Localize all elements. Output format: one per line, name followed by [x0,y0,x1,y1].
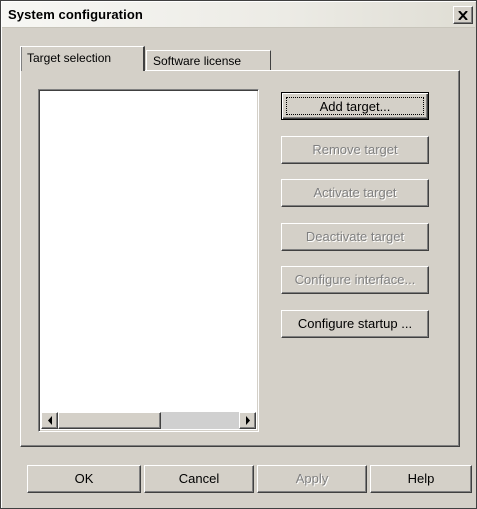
scroll-track[interactable] [161,412,239,429]
add-target-button[interactable]: Add target... [281,92,429,120]
configure-startup-button[interactable]: Configure startup ... [281,310,429,338]
apply-label: Apply [295,471,329,486]
tab-target-selection[interactable]: Target selection [20,46,145,71]
remove-target-button[interactable]: Remove target [281,136,429,164]
add-target-label: Add target... [319,99,391,114]
title-bar[interactable]: System configuration [2,2,475,28]
scroll-right-button[interactable] [239,412,256,429]
configure-interface-label: Configure interface... [294,272,416,287]
cancel-label: Cancel [178,471,220,486]
focus-rectangle: Add target... [286,97,424,115]
help-label: Help [407,471,435,486]
activate-target-label: Activate target [313,185,397,200]
configure-interface-button[interactable]: Configure interface... [281,266,429,294]
system-configuration-dialog: System configuration Target selection So… [0,0,477,509]
tab-target-selection-label: Target selection [27,51,112,65]
help-button[interactable]: Help [370,465,472,493]
ok-label: OK [74,471,94,486]
activate-target-button[interactable]: Activate target [281,179,429,207]
horizontal-scrollbar[interactable] [41,412,256,429]
tab-software-license[interactable]: Software license [146,50,271,72]
ok-button[interactable]: OK [27,465,141,493]
tab-software-license-label: Software license [153,54,242,68]
scroll-left-button[interactable] [41,412,58,429]
window-title: System configuration [8,7,143,22]
configure-startup-label: Configure startup ... [297,316,413,331]
close-icon [458,10,468,20]
apply-button[interactable]: Apply [257,465,367,493]
target-list[interactable] [38,89,259,432]
arrow-left-icon [47,416,52,425]
deactivate-target-label: Deactivate target [305,229,405,244]
close-button[interactable] [453,6,473,24]
remove-target-label: Remove target [312,142,398,157]
cancel-button[interactable]: Cancel [144,465,254,493]
scroll-thumb[interactable] [58,412,161,429]
arrow-right-icon [245,416,250,425]
deactivate-target-button[interactable]: Deactivate target [281,223,429,251]
